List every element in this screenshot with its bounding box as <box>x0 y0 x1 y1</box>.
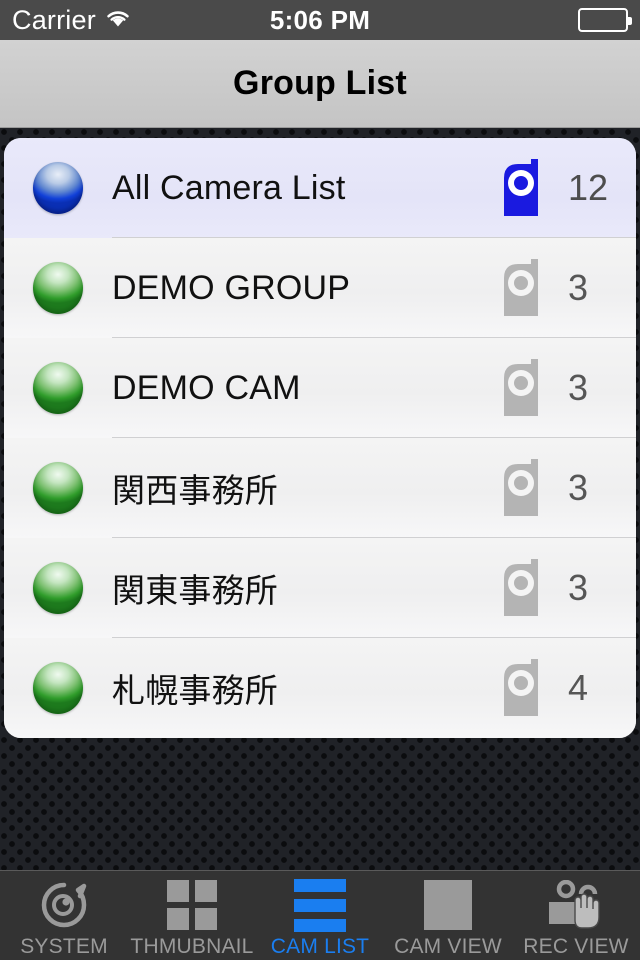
group-name-label: 札幌事務所 <box>112 672 278 709</box>
tab-thumbnail[interactable]: THMUBNAIL <box>128 871 256 960</box>
camera-icon <box>504 359 538 416</box>
battery-icon <box>578 8 632 32</box>
tab-label: CAM VIEW <box>394 935 502 958</box>
status-orb-icon <box>33 162 83 214</box>
list-item[interactable]: All Camera List 12 <box>4 138 636 238</box>
camera-icon <box>504 559 538 616</box>
status-orb-icon <box>33 562 83 614</box>
group-list: All Camera List 12 DEMO GROUP 3 DEMO CAM… <box>4 138 636 738</box>
camera-icon-cell <box>488 456 562 520</box>
camera-icon-cell <box>488 356 562 420</box>
solid-square-icon <box>424 879 472 931</box>
tab-label: CAM LIST <box>270 935 370 958</box>
status-orb-cell <box>4 462 112 514</box>
camera-icon <box>504 259 538 316</box>
content-area: All Camera List 12 DEMO GROUP 3 DEMO CAM… <box>0 128 640 870</box>
navigation-bar: Group List <box>0 40 640 128</box>
status-orb-cell <box>4 662 112 714</box>
list-item[interactable]: 関西事務所 3 <box>4 438 636 538</box>
camera-count-label: 3 <box>568 367 589 408</box>
tab-cam-list[interactable]: CAM LIST <box>256 871 384 960</box>
camera-count-label: 4 <box>568 667 589 708</box>
camcorder-hand-icon <box>545 879 607 931</box>
page-title: Group List <box>233 64 407 102</box>
tab-rec-view[interactable]: REC VIEW <box>512 871 640 960</box>
group-name-label: 関西事務所 <box>112 472 278 509</box>
app-root: Carrier 5:06 PM Group List All Camera Li… <box>0 0 640 960</box>
list-item[interactable]: DEMO CAM 3 <box>4 338 636 438</box>
camera-icon <box>504 159 538 216</box>
list-item[interactable]: 関東事務所 3 <box>4 538 636 638</box>
tab-bar: SYSTEM THMUBNAIL CAM LIST CAM VIEW REC V… <box>0 870 640 960</box>
camera-count-label: 3 <box>568 567 589 608</box>
status-orb-cell <box>4 562 112 614</box>
status-orb-icon <box>33 262 83 314</box>
status-bar-left: Carrier <box>12 4 132 35</box>
status-orb-cell <box>4 362 112 414</box>
list-item[interactable]: DEMO GROUP 3 <box>4 238 636 338</box>
camera-icon-cell <box>488 556 562 620</box>
camera-icon <box>504 459 538 516</box>
wifi-icon <box>104 7 132 34</box>
list-bars-icon <box>294 878 346 932</box>
status-orb-icon <box>33 662 83 714</box>
status-bar-right <box>578 8 632 32</box>
camera-count-label: 3 <box>568 467 589 508</box>
camera-count-label: 12 <box>568 167 609 208</box>
system-dial-icon <box>38 879 90 931</box>
carrier-label: Carrier <box>12 4 96 35</box>
status-bar: Carrier 5:06 PM <box>0 0 640 40</box>
status-orb-cell <box>4 162 112 214</box>
status-orb-icon <box>33 462 83 514</box>
camera-icon-cell <box>488 156 562 220</box>
group-name-label: DEMO CAM <box>112 368 301 407</box>
tab-label: THMUBNAIL <box>130 935 254 958</box>
group-name-label: All Camera List <box>112 168 346 207</box>
camera-icon <box>504 659 538 716</box>
group-name-label: DEMO GROUP <box>112 268 351 307</box>
grid-squares-icon <box>167 879 217 931</box>
camera-icon-cell <box>488 656 562 720</box>
tab-cam-view[interactable]: CAM VIEW <box>384 871 512 960</box>
group-name-label: 関東事務所 <box>112 572 278 609</box>
status-orb-icon <box>33 362 83 414</box>
tab-label: REC VIEW <box>523 935 629 958</box>
camera-count-label: 3 <box>568 267 589 308</box>
camera-icon-cell <box>488 256 562 320</box>
status-orb-cell <box>4 262 112 314</box>
list-item[interactable]: 札幌事務所 4 <box>4 638 636 738</box>
tab-system[interactable]: SYSTEM <box>0 871 128 960</box>
tab-label: SYSTEM <box>20 935 108 958</box>
